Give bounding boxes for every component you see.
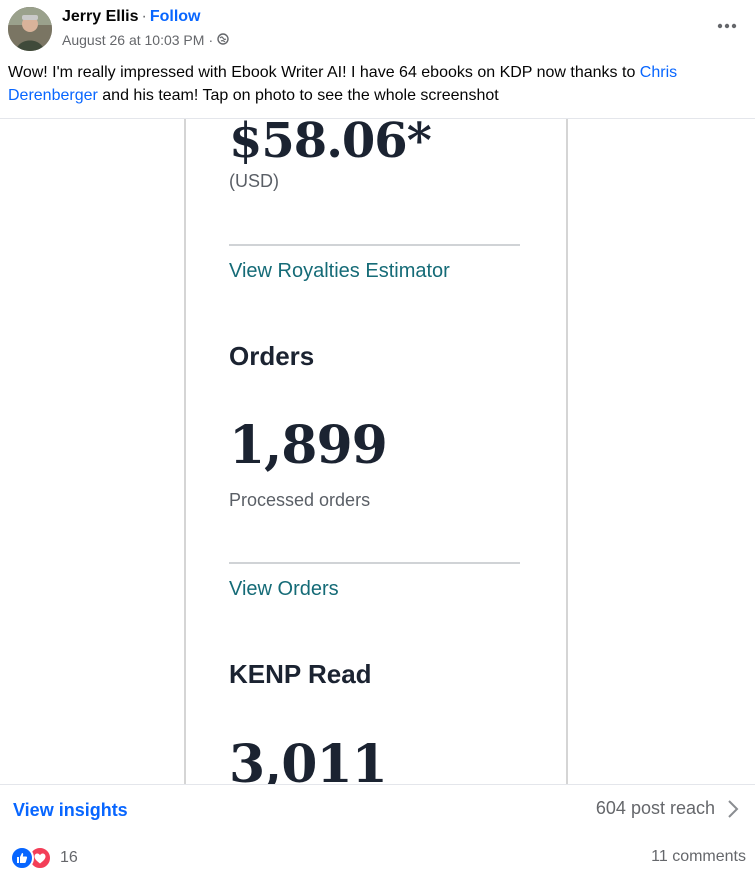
orders-value: 1,899 xyxy=(229,415,388,476)
divider xyxy=(229,562,520,564)
orders-caption: Processed orders xyxy=(229,490,371,510)
kenp-title: KENP Read xyxy=(229,659,372,689)
post-text-before: Wow! I'm really impressed with Ebook Wri… xyxy=(8,64,640,81)
kenp-value: 3,011 xyxy=(229,734,388,785)
avatar-image xyxy=(8,7,52,51)
post-header-line: Jerry Ellis · Follow xyxy=(62,8,200,26)
like-reaction-icon xyxy=(10,846,34,870)
post-body-text: Wow! I'm really impressed with Ebook Wri… xyxy=(8,61,743,107)
comments-count-link[interactable]: 11 comments xyxy=(651,848,746,866)
divider xyxy=(229,244,520,246)
post-photo[interactable]: $58.06* (USD) View Royalties Estimator O… xyxy=(0,118,755,785)
follow-button[interactable]: Follow xyxy=(150,8,201,25)
globe-icon xyxy=(217,32,229,48)
chevron-right-icon xyxy=(728,799,739,818)
post-reach-button[interactable]: 604 post reach xyxy=(596,798,739,819)
author-name[interactable]: Jerry Ellis xyxy=(62,8,139,25)
post-text-after: and his team! Tap on photo to see the wh… xyxy=(97,87,499,104)
post-timestamp[interactable]: August 26 at 10:03 PM xyxy=(62,32,204,48)
meta-separator: · xyxy=(208,32,214,48)
post-meta: August 26 at 10:03 PM · xyxy=(62,32,229,48)
reaction-count: 16 xyxy=(60,849,78,866)
reactions-summary[interactable]: 16 xyxy=(10,846,78,870)
more-dots-icon xyxy=(717,23,737,29)
view-insights-link[interactable]: View insights xyxy=(13,800,128,821)
more-options-button[interactable] xyxy=(713,14,741,38)
view-orders-link[interactable]: View Orders xyxy=(229,578,339,601)
view-royalties-estimator-link[interactable]: View Royalties Estimator xyxy=(229,260,450,283)
separator-dot: · xyxy=(141,8,147,25)
royalty-amount: $58.06* xyxy=(229,118,432,169)
currency-label: (USD) xyxy=(229,171,279,191)
orders-title: Orders xyxy=(229,341,315,371)
author-avatar[interactable] xyxy=(8,7,52,51)
post-reach-label: 604 post reach xyxy=(595,798,715,818)
